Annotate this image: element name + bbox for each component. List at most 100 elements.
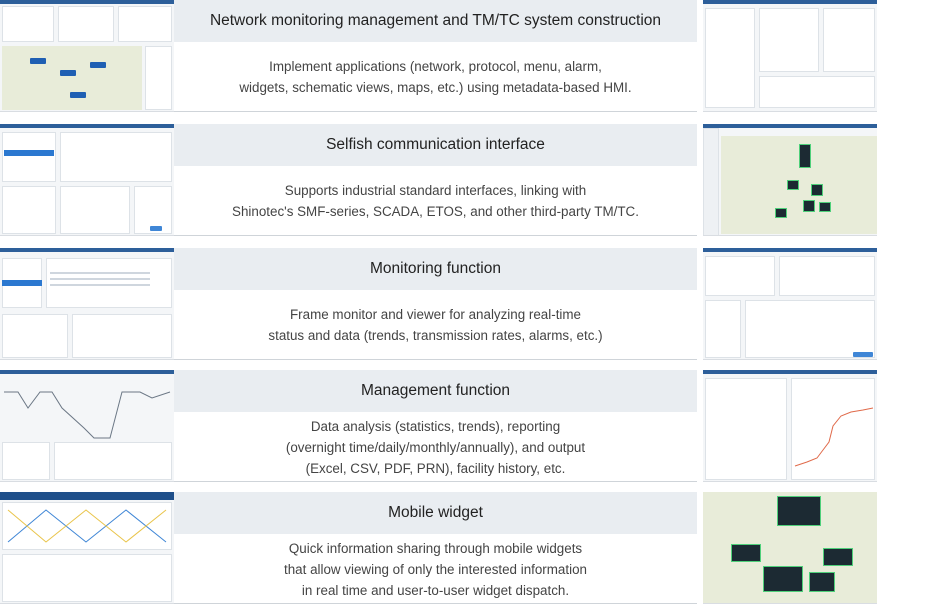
feature-title: Network monitoring management and TM/TC …	[174, 0, 697, 42]
screenshot-frame-monitor-thumbnail	[0, 248, 174, 360]
screenshot-harbor-map-thumbnail	[703, 124, 877, 236]
feature-description: Quick information sharing through mobile…	[174, 534, 697, 604]
map-marker-icon	[90, 62, 106, 68]
thumb-line-graph	[7, 509, 167, 543]
thumb-side-panel	[145, 46, 172, 110]
thumb-sidebar	[703, 128, 719, 235]
screenshot-trend-chart-thumbnail	[0, 370, 174, 482]
thumb-panel	[58, 6, 114, 42]
thumb-panel	[54, 442, 172, 480]
screenshot-interface-config-thumbnail	[0, 124, 174, 236]
feature-description: Supports industrial standard interfaces,…	[174, 166, 697, 236]
thumb-status-box	[811, 184, 823, 196]
feature-description: Frame monitor and viewer for analyzing r…	[174, 290, 697, 360]
feature-row-network-monitoring: Network monitoring management and TM/TC …	[0, 0, 934, 112]
thumb-header-bar	[0, 248, 174, 252]
thumb-panel	[118, 6, 172, 42]
description-line: Frame monitor and viewer for analyzing r…	[290, 307, 581, 322]
thumb-selected-row	[4, 150, 54, 156]
feature-text-block: Mobile widget Quick information sharing …	[174, 492, 697, 604]
thumb-panel	[759, 76, 875, 108]
thumb-panel	[705, 8, 755, 108]
feature-row-mobile-widget: Mobile widget Quick information sharing …	[0, 492, 934, 604]
thumb-panel	[759, 8, 819, 72]
thumb-row	[50, 272, 150, 274]
thumb-panel	[72, 314, 172, 358]
screenshot-table-list-thumbnail	[703, 0, 877, 112]
thumb-button	[853, 352, 873, 357]
description-line: that allow viewing of only the intereste…	[284, 561, 587, 577]
thumb-panel	[705, 378, 787, 480]
thumb-panel	[705, 300, 741, 358]
thumb-row	[50, 284, 150, 286]
map-marker-icon	[70, 92, 86, 98]
feature-row-monitoring: Monitoring function Frame monitor and vi…	[0, 248, 934, 360]
thumb-panel	[2, 132, 56, 182]
thumb-header-bar	[0, 0, 174, 4]
description-line: Supports industrial standard interfaces,…	[284, 183, 587, 198]
feature-text-block: Network monitoring management and TM/TC …	[174, 0, 697, 112]
feature-title: Selfish communication interface	[174, 124, 697, 166]
thumb-panel	[705, 256, 775, 296]
thumb-header-bar	[703, 0, 877, 4]
feature-title: Monitoring function	[174, 248, 697, 290]
thumb-row	[50, 278, 150, 280]
map-marker-icon	[30, 58, 46, 64]
description-line: Shinotec's SMF-series, SCADA, ETOS, and …	[232, 204, 639, 219]
thumb-widget-box	[763, 566, 803, 592]
thumb-panel	[2, 554, 172, 602]
thumb-panel	[2, 6, 54, 42]
description-line: Quick information sharing through mobile…	[288, 540, 583, 556]
thumb-status-box	[799, 144, 811, 168]
thumb-status-box	[803, 200, 815, 212]
feature-row-communication-interface: Selfish communication interface Supports…	[0, 124, 934, 236]
screenshot-map-widgets-thumbnail	[703, 492, 877, 604]
thumb-panel	[745, 300, 875, 358]
thumb-widget-box	[777, 496, 821, 526]
description-line: Implement applications (network, protoco…	[269, 59, 602, 74]
thumb-header-bar	[0, 124, 174, 128]
feature-text-block: Management function Data analysis (stati…	[174, 370, 697, 482]
thumb-header-bar	[0, 370, 174, 374]
feature-title: Management function	[174, 370, 697, 412]
thumb-button	[150, 226, 162, 231]
thumb-panel	[779, 256, 875, 296]
thumb-header-bar	[703, 370, 877, 374]
thumb-header-bar	[703, 124, 877, 128]
feature-row-management: Management function Data analysis (stati…	[0, 370, 934, 482]
thumb-panel	[46, 258, 172, 308]
thumb-widget-box	[731, 544, 761, 562]
thumb-panel	[2, 314, 68, 358]
description-line: in real time and user-to-user widget dis…	[301, 582, 570, 598]
thumb-widget-box	[809, 572, 835, 592]
thumb-map	[2, 46, 142, 110]
thumb-panel	[2, 442, 50, 480]
thumb-status-box	[819, 202, 831, 212]
thumb-panel	[60, 186, 130, 234]
thumb-panel	[2, 186, 56, 234]
thumb-rising-graph	[794, 407, 874, 467]
feature-title: Mobile widget	[174, 492, 697, 534]
thumb-header-bar	[0, 492, 174, 500]
screenshot-settings-form-thumbnail	[703, 248, 877, 360]
thumb-selected-row	[2, 280, 42, 286]
feature-text-block: Selfish communication interface Supports…	[174, 124, 697, 236]
thumb-status-box	[775, 208, 787, 218]
thumb-panel	[823, 8, 875, 72]
thumb-header-bar	[703, 248, 877, 252]
description-line: widgets, schematic views, maps, etc.) us…	[239, 80, 632, 95]
thumb-status-box	[787, 180, 799, 190]
feature-description: Data analysis (statistics, trends), repo…	[174, 412, 697, 482]
feature-description: Implement applications (network, protoco…	[174, 42, 697, 112]
feature-text-block: Monitoring function Frame monitor and vi…	[174, 248, 697, 360]
screenshot-statistics-thumbnail	[703, 370, 877, 482]
description-line: Data analysis (statistics, trends), repo…	[310, 418, 561, 434]
description-line: status and data (trends, transmission ra…	[268, 328, 603, 343]
thumb-panel	[60, 132, 172, 182]
screenshot-mobile-dashboard-thumbnail	[0, 492, 174, 604]
thumb-widget-box	[823, 548, 853, 566]
screenshot-network-map-thumbnail	[0, 0, 174, 112]
description-line: (Excel, CSV, PDF, PRN), facility history…	[305, 460, 566, 476]
map-marker-icon	[60, 70, 76, 76]
thumb-trend-graph	[4, 391, 171, 439]
